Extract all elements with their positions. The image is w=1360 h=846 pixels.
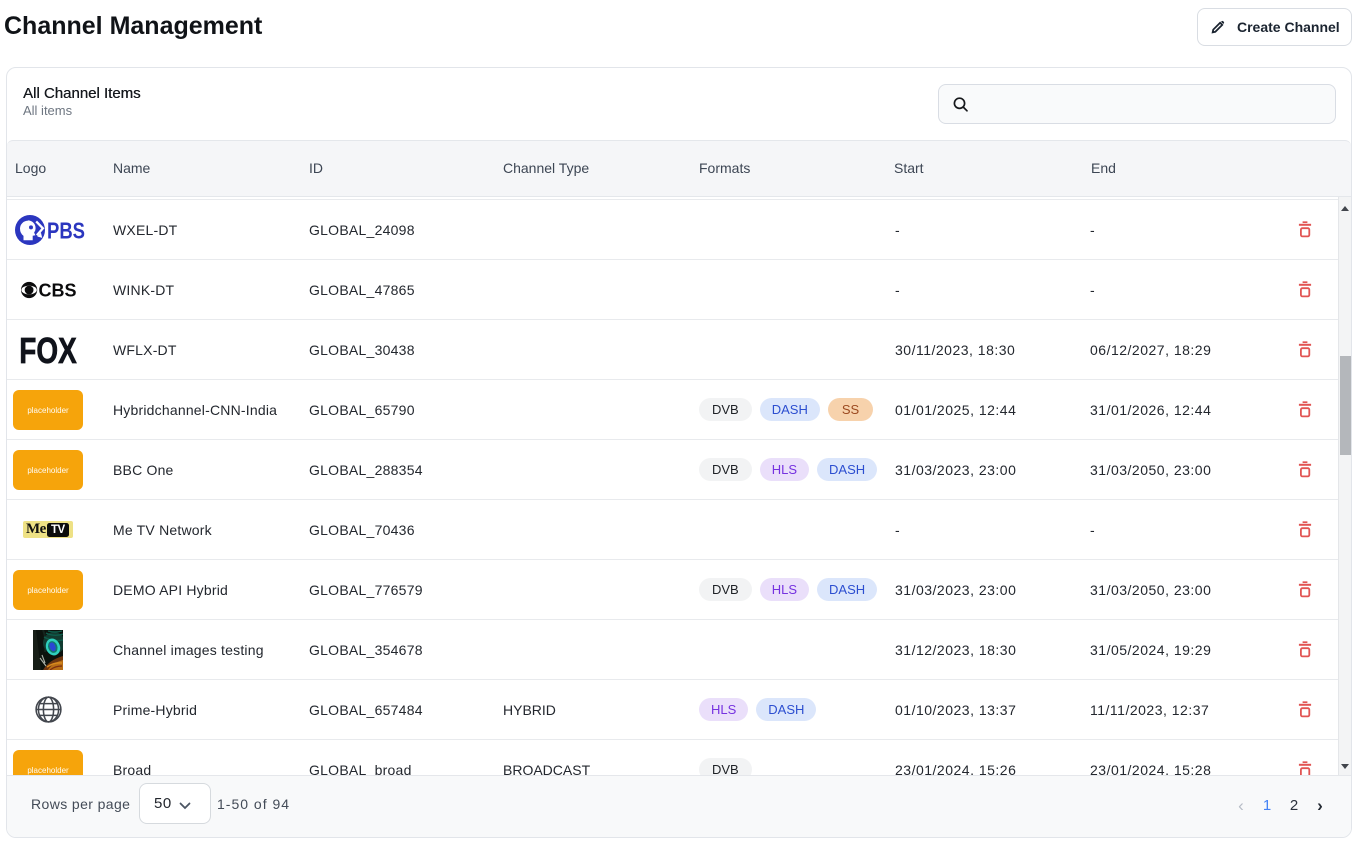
svg-text:PBS: PBS [47,218,85,244]
svg-text:FOX: FOX [19,335,77,365]
svg-text:CBS: CBS [39,280,77,300]
